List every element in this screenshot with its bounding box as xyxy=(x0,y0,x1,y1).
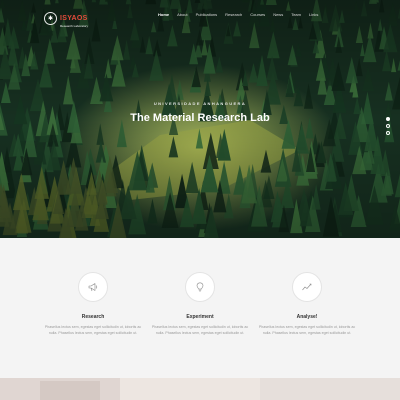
nav-item-home[interactable]: Home xyxy=(158,12,169,17)
main-menu: Home About Publications Research Courses… xyxy=(158,12,326,17)
nav-item-about[interactable]: About xyxy=(177,12,187,17)
nav-item-research[interactable]: Research xyxy=(225,12,242,17)
feature-description: Phasellus lectus sem, egestas eget solli… xyxy=(44,325,142,335)
hero-section: ✱ ISYAOS Research Laboratory Home About … xyxy=(0,0,400,238)
logo-emblem-icon: ✱ xyxy=(44,11,57,25)
feature-icon-circle xyxy=(78,272,108,302)
slider-dot-1[interactable] xyxy=(386,117,390,121)
nav-item-news[interactable]: News xyxy=(273,12,283,17)
chart-line-icon xyxy=(302,283,312,291)
hero-title: The Material Research Lab xyxy=(130,112,270,124)
slider-dot-2[interactable] xyxy=(386,124,390,128)
slider-dot-3[interactable] xyxy=(386,131,390,135)
feature-research: Research Phasellus lectus sem, egestas e… xyxy=(33,272,153,336)
nav-item-team[interactable]: Team xyxy=(291,12,301,17)
hero-subtitle: UNIVERSIDADE ANHANGUERA xyxy=(153,101,247,106)
feature-title: Analyse! xyxy=(296,314,318,320)
features-section: Research Phasellus lectus sem, egestas e… xyxy=(0,238,400,378)
brand-logo[interactable]: ✱ ISYAOS Research Laboratory xyxy=(44,8,88,28)
feature-icon-circle xyxy=(292,272,322,302)
brand-name: ISYAOS xyxy=(60,15,88,22)
feature-description: Phasellus lectus sem, egestas eget solli… xyxy=(258,325,356,335)
feature-title: Experiment xyxy=(186,314,214,320)
nav-item-links[interactable]: Links xyxy=(309,12,318,17)
feature-title: Research xyxy=(81,314,105,320)
nav-item-publications[interactable]: Publications xyxy=(196,12,218,17)
feature-icon-circle xyxy=(185,272,215,302)
top-navbar: ✱ ISYAOS Research Laboratory Home About … xyxy=(0,0,400,28)
feature-analyse: Analyse! Phasellus lectus sem, egestas e… xyxy=(247,272,367,336)
slider-pagination xyxy=(386,117,390,138)
nav-item-courses[interactable]: Courses xyxy=(250,12,265,17)
lightbulb-icon xyxy=(196,282,204,292)
feature-experiment: Experiment Phasellus lectus sem, egestas… xyxy=(140,272,260,336)
brand-tagline: Research Laboratory xyxy=(60,24,89,28)
megaphone-icon xyxy=(88,283,98,292)
next-section-image xyxy=(0,378,400,400)
feature-description: Phasellus lectus sem, egestas eget solli… xyxy=(151,325,249,335)
